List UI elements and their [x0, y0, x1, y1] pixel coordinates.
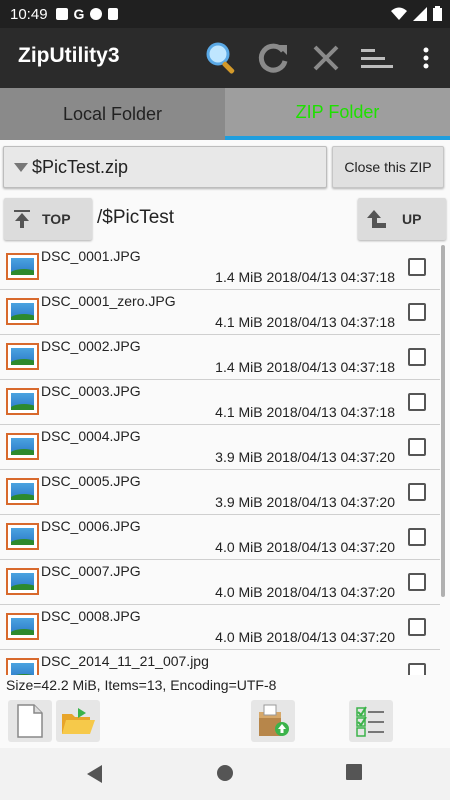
file-checkbox[interactable] [408, 483, 426, 501]
file-row[interactable]: DSC_2014_11_21_007.jpg [0, 650, 440, 675]
file-row[interactable]: DSC_0001_zero.JPG 4.1 MiB 2018/04/13 04:… [0, 290, 440, 335]
recents-icon[interactable] [346, 764, 362, 780]
system-icons [391, 6, 442, 21]
file-checkbox[interactable] [408, 258, 426, 276]
open-folder-button[interactable] [56, 700, 100, 742]
up-button-label: UP [402, 211, 422, 227]
file-name: DSC_0001.JPG [41, 248, 141, 264]
file-row[interactable]: DSC_0007.JPG 4.0 MiB 2018/04/13 04:37:20 [0, 560, 440, 605]
close-icon[interactable] [308, 40, 344, 76]
checklist-icon [356, 706, 384, 737]
arrow-to-top-icon [14, 210, 30, 228]
arrow-up-icon [367, 210, 386, 228]
overflow-menu-icon[interactable] [408, 40, 444, 76]
open-folder-icon [62, 708, 95, 734]
zip-selector-row: $PicTest.zip Close this ZIP [0, 146, 450, 190]
status-bar: 10:49 G [0, 0, 450, 28]
signal-icon [413, 6, 427, 21]
file-row[interactable]: DSC_0002.JPG 1.4 MiB 2018/04/13 04:37:18 [0, 335, 440, 380]
file-row[interactable]: DSC_0008.JPG 4.0 MiB 2018/04/13 04:37:20 [0, 605, 440, 650]
image-file-icon [6, 433, 39, 460]
zip-file-name: $PicTest.zip [32, 156, 129, 177]
file-checkbox[interactable] [408, 348, 426, 366]
new-file-button[interactable] [8, 700, 52, 742]
top-button-label: TOP [42, 211, 71, 227]
sort-icon[interactable] [358, 40, 394, 76]
status-time: 10:49 [10, 5, 48, 23]
google-icon: G [73, 6, 85, 22]
image-file-icon [6, 568, 39, 595]
file-checkbox[interactable] [408, 438, 426, 456]
back-icon[interactable] [86, 764, 104, 784]
notification-icons: G [55, 6, 119, 22]
file-row[interactable]: DSC_0001.JPG 1.4 MiB 2018/04/13 04:37:18 [0, 245, 440, 290]
file-row[interactable]: DSC_0003.JPG 4.1 MiB 2018/04/13 04:37:18 [0, 380, 440, 425]
up-button[interactable]: UP [358, 198, 446, 240]
file-name: DSC_0002.JPG [41, 338, 141, 354]
file-meta: 1.4 MiB 2018/04/13 04:37:18 [215, 269, 395, 285]
file-meta: 4.1 MiB 2018/04/13 04:37:18 [215, 404, 395, 420]
zip-file-dropdown[interactable]: $PicTest.zip [3, 146, 327, 188]
search-icon[interactable] [204, 40, 240, 76]
extract-box-icon [259, 704, 289, 736]
select-all-button[interactable] [349, 700, 393, 742]
file-list: DSC_0001.JPG 1.4 MiB 2018/04/13 04:37:18… [0, 245, 450, 675]
file-meta: 4.0 MiB 2018/04/13 04:37:20 [215, 584, 395, 600]
zip-info-text: Size=42.2 MiB, Items=13, Encoding=UTF-8 [6, 677, 277, 693]
file-checkbox[interactable] [408, 663, 426, 675]
image-file-icon [6, 523, 39, 550]
system-navigation-bar [0, 748, 450, 800]
file-name: DSC_0003.JPG [41, 383, 141, 399]
file-name: DSC_0008.JPG [41, 608, 141, 624]
image-file-icon [6, 298, 39, 325]
file-row[interactable]: DSC_0004.JPG 3.9 MiB 2018/04/13 04:37:20 [0, 425, 440, 470]
file-name: DSC_2014_11_21_007.jpg [41, 653, 209, 669]
navigation-row: TOP /$PicTest UP [0, 198, 450, 242]
file-checkbox[interactable] [408, 573, 426, 591]
app-bar: ZipUtility3 [0, 28, 450, 88]
file-checkbox[interactable] [408, 618, 426, 636]
bottom-toolbar [0, 700, 450, 742]
image-file-icon [6, 388, 39, 415]
chevron-down-icon [14, 162, 28, 172]
new-file-icon [17, 704, 43, 738]
file-meta: 4.0 MiB 2018/04/13 04:37:20 [215, 539, 395, 555]
close-zip-button[interactable]: Close this ZIP [332, 146, 444, 188]
file-name: DSC_0006.JPG [41, 518, 141, 534]
tab-zip-folder[interactable]: ZIP Folder [225, 88, 450, 140]
file-name: DSC_0001_zero.JPG [41, 293, 176, 309]
file-checkbox[interactable] [408, 528, 426, 546]
tab-bar: Local Folder ZIP Folder [0, 88, 450, 140]
sd-card-icon [108, 8, 119, 20]
file-name: DSC_0004.JPG [41, 428, 141, 444]
file-name: DSC_0007.JPG [41, 563, 141, 579]
file-checkbox[interactable] [408, 393, 426, 411]
list-scrollbar[interactable] [441, 245, 445, 597]
app-title: ZipUtility3 [18, 44, 120, 67]
current-path: /$PicTest [97, 207, 175, 228]
file-meta: 3.9 MiB 2018/04/13 04:37:20 [215, 494, 395, 510]
tab-local-folder[interactable]: Local Folder [0, 88, 225, 140]
file-name: DSC_0005.JPG [41, 473, 141, 489]
home-icon[interactable] [216, 764, 234, 782]
image-file-icon [6, 343, 39, 370]
refresh-icon[interactable] [256, 40, 292, 76]
top-button[interactable]: TOP [4, 198, 92, 240]
image-file-icon [6, 658, 39, 675]
app-a-icon [55, 8, 68, 20]
image-file-icon [6, 478, 39, 505]
file-meta: 4.0 MiB 2018/04/13 04:37:20 [215, 629, 395, 645]
app-p-icon [90, 8, 103, 20]
image-file-icon [6, 253, 39, 280]
file-row[interactable]: DSC_0006.JPG 4.0 MiB 2018/04/13 04:37:20 [0, 515, 440, 560]
file-meta: 4.1 MiB 2018/04/13 04:37:18 [215, 314, 395, 330]
file-meta: 3.9 MiB 2018/04/13 04:37:20 [215, 449, 395, 465]
file-meta: 1.4 MiB 2018/04/13 04:37:18 [215, 359, 395, 375]
extract-button[interactable] [251, 700, 295, 742]
image-file-icon [6, 613, 39, 640]
file-row[interactable]: DSC_0005.JPG 3.9 MiB 2018/04/13 04:37:20 [0, 470, 440, 515]
battery-icon [433, 6, 442, 21]
wifi-icon [391, 7, 407, 20]
file-checkbox[interactable] [408, 303, 426, 321]
